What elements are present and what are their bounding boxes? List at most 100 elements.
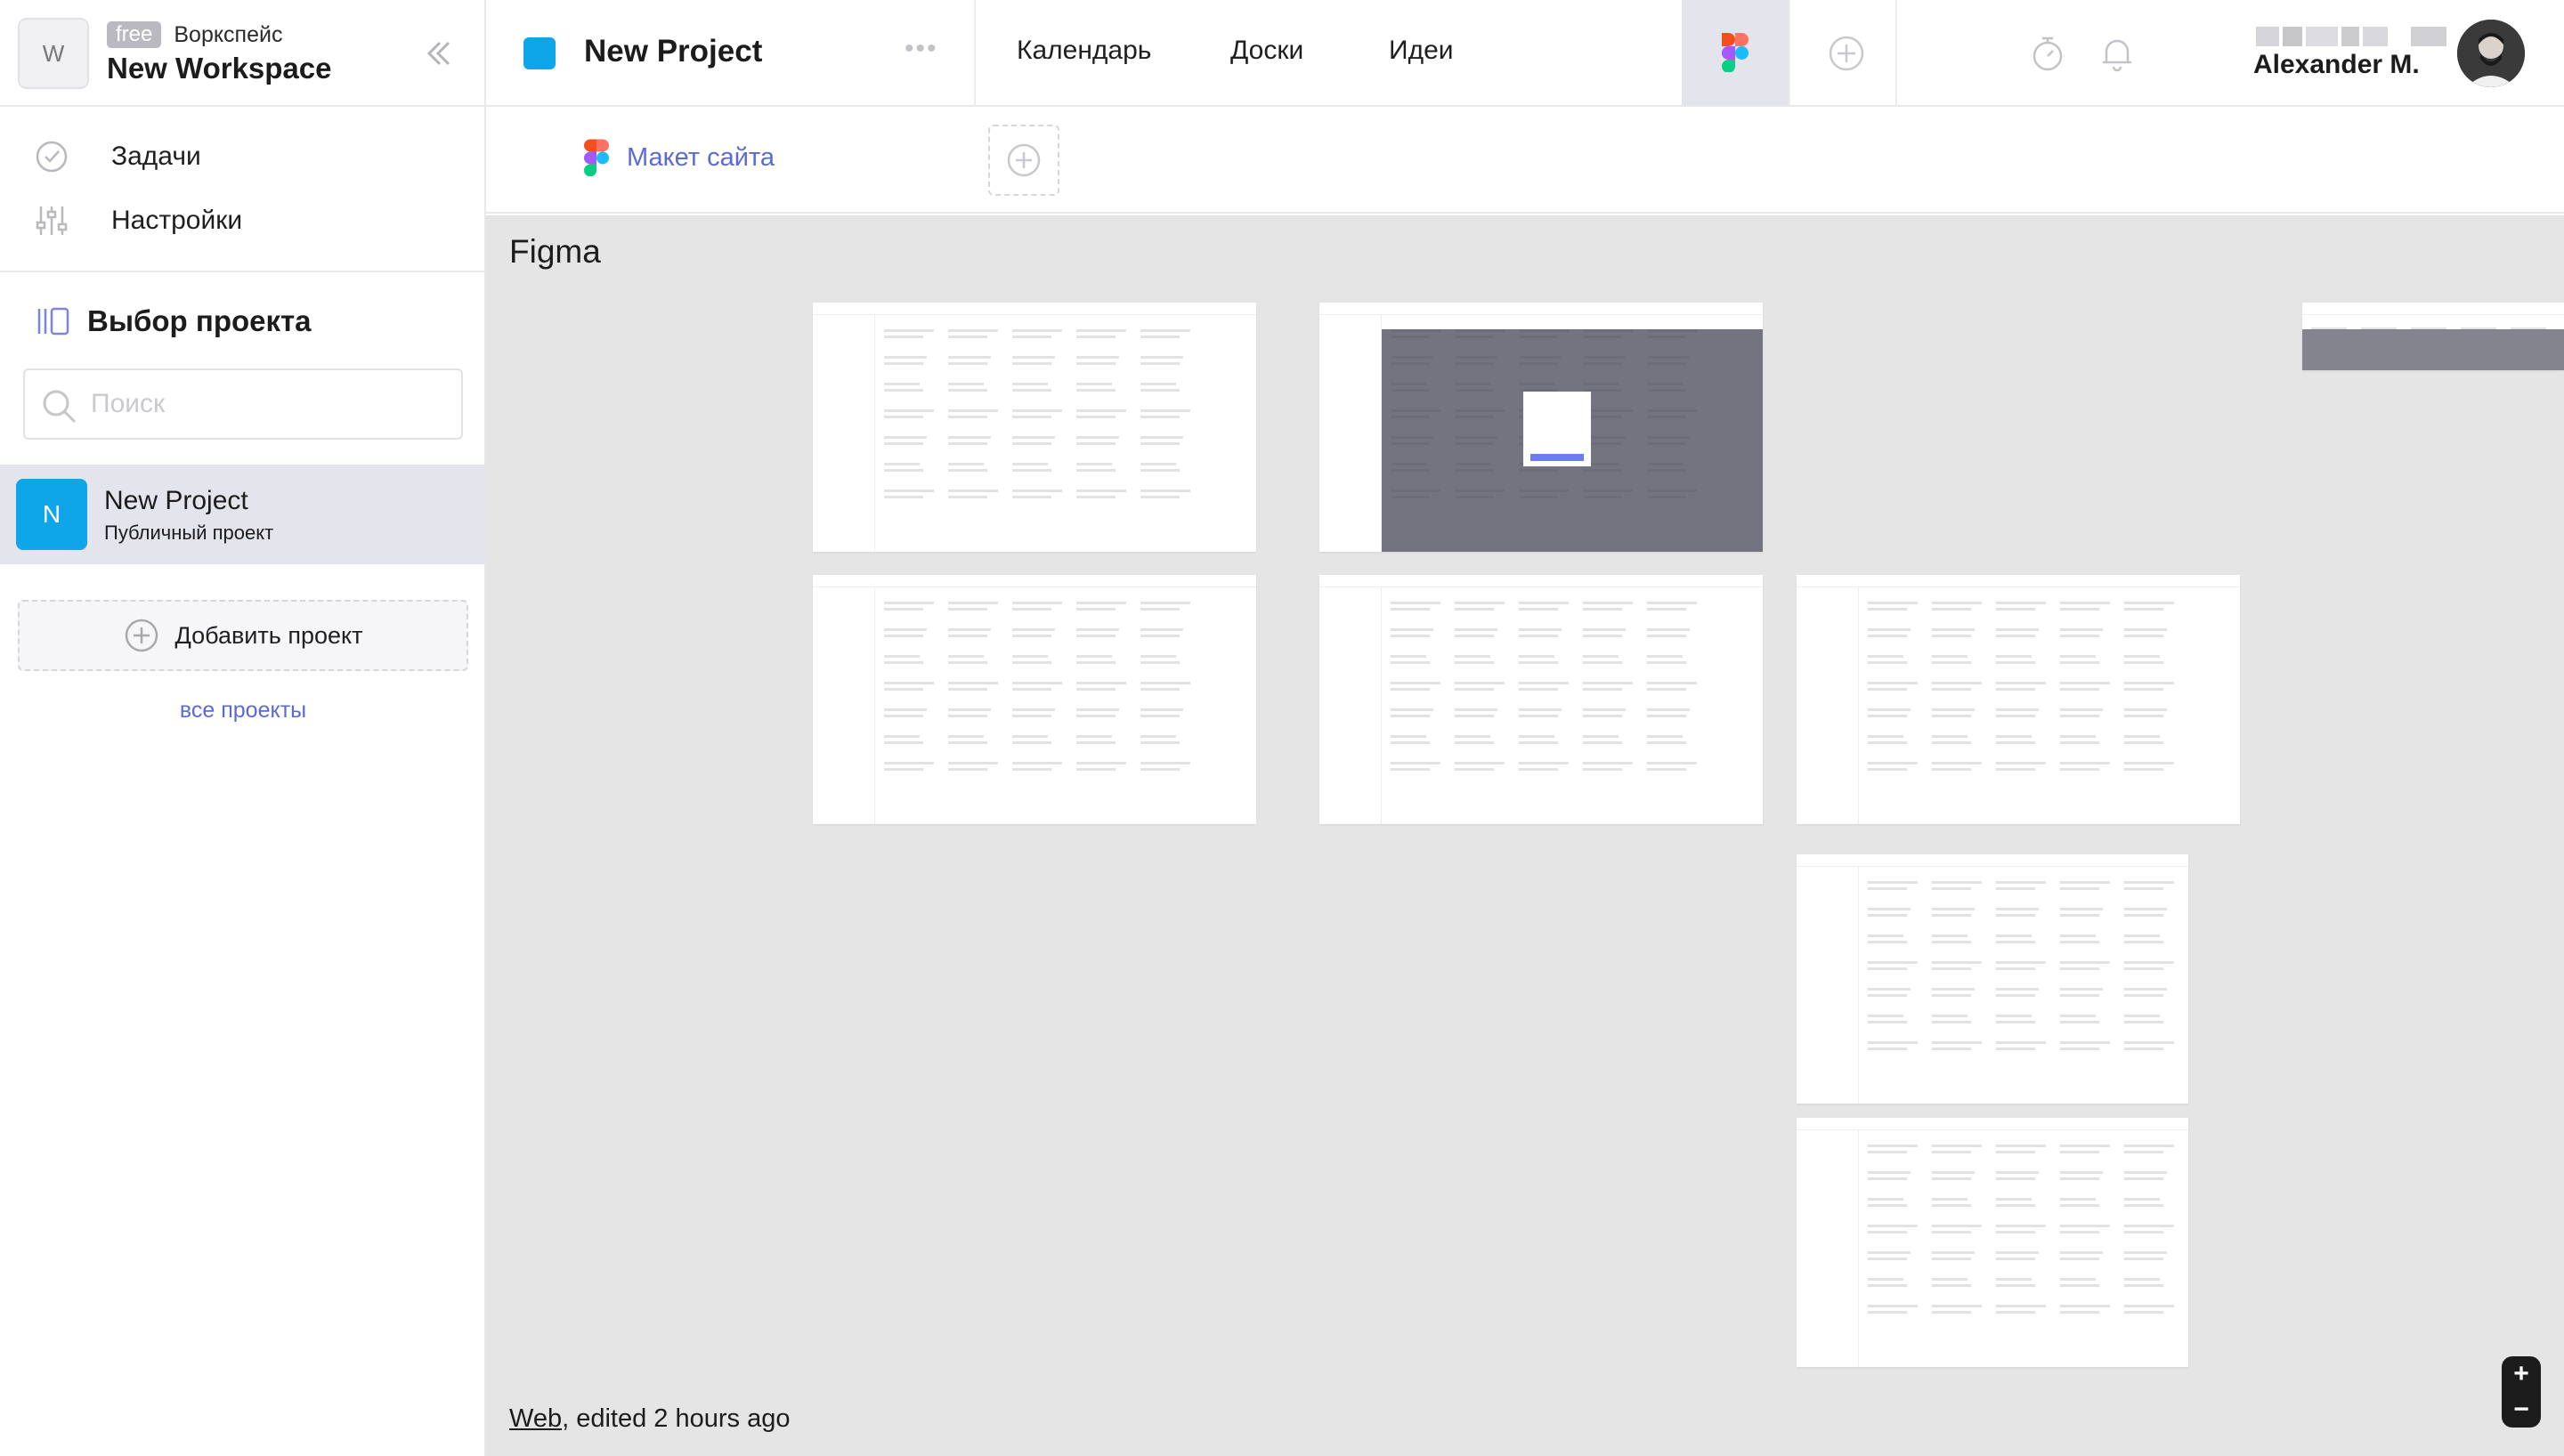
frame-thumbnail[interactable] xyxy=(1797,1118,2188,1367)
frame-text-line xyxy=(884,496,923,498)
frame-text-line xyxy=(2060,988,2103,991)
workspace-name[interactable]: New Workspace xyxy=(107,52,332,85)
frame-thumbnail[interactable] xyxy=(2302,303,2564,370)
tab-figma-file[interactable]: Макет сайта xyxy=(584,139,775,176)
frame-text-line xyxy=(1076,682,1126,684)
frame-text-line xyxy=(1996,967,2035,970)
frame-text-line xyxy=(1391,635,1430,637)
timer-icon[interactable] xyxy=(2026,32,2069,75)
frame-text-line xyxy=(1583,762,1633,764)
bell-icon[interactable] xyxy=(2096,32,2138,75)
frame-text-line xyxy=(2124,708,2167,711)
add-figma-file-button[interactable] xyxy=(988,125,1059,196)
frame-sidebar-strip xyxy=(1797,587,1859,824)
frame-text-line xyxy=(1868,655,1903,658)
frame-text-line xyxy=(1076,463,1112,465)
frame-text-line xyxy=(1996,1231,2035,1234)
zoom-in-button[interactable]: + xyxy=(2513,1361,2529,1387)
frame-text-line xyxy=(1140,436,1183,439)
frame-text-line xyxy=(2124,941,2163,943)
frame-text-line xyxy=(1996,768,2035,771)
collapse-sidebar-icon[interactable] xyxy=(418,34,458,73)
frame-text-line xyxy=(2060,1231,2099,1234)
frame-text-line xyxy=(1391,762,1440,764)
frame-text-line xyxy=(1996,1015,2032,1017)
frame-text-line xyxy=(1012,469,1051,472)
frame-text-line xyxy=(1455,735,1490,738)
figma-canvas[interactable]: Figma Web, edited 2 hours ago xyxy=(486,215,2564,1456)
frame-text-line xyxy=(1583,688,1622,691)
frame-text-line xyxy=(1140,715,1180,717)
frame-thumbnail[interactable] xyxy=(1319,303,1763,552)
avatar[interactable] xyxy=(2457,20,2525,87)
frame-text-line xyxy=(1012,682,1062,684)
frame-text-line xyxy=(1455,741,1494,744)
frame-text-line xyxy=(2060,661,2099,664)
frame-text-line xyxy=(2060,1171,2103,1174)
tab-ideas[interactable]: Идеи xyxy=(1389,36,1454,66)
frame-text-line xyxy=(2060,735,2096,738)
sidebar-item-settings[interactable]: Настройки xyxy=(0,189,486,253)
project-search[interactable] xyxy=(23,368,463,440)
add-tab-icon[interactable] xyxy=(1827,34,1866,73)
search-input[interactable] xyxy=(91,389,438,419)
project-list-item[interactable]: N New Project Публичный проект xyxy=(0,465,486,564)
user-name[interactable]: Alexander M. xyxy=(2253,50,2420,80)
frame-text-line xyxy=(1996,994,2035,997)
frame-text-line xyxy=(1391,708,1433,711)
sidebar-item-label: Задачи xyxy=(111,142,201,171)
frame-text-line xyxy=(1583,715,1622,717)
add-project-button[interactable]: Добавить проект xyxy=(18,600,468,671)
frame-thumbnail[interactable] xyxy=(1797,854,2188,1104)
frame-text-line xyxy=(1012,655,1048,658)
frame-text-line xyxy=(1455,768,1494,771)
tab-calendar[interactable]: Календарь xyxy=(1017,36,1151,66)
frame-text-line xyxy=(1012,496,1051,498)
frame-thumbnail[interactable] xyxy=(813,575,1256,824)
frame-thumbnail[interactable] xyxy=(1797,575,2240,824)
zoom-out-button[interactable]: − xyxy=(2513,1396,2529,1423)
project-title[interactable]: New Project xyxy=(584,34,762,69)
frame-text-line xyxy=(1996,688,2035,691)
workspace-header[interactable]: W free Воркспейс New Workspace xyxy=(0,0,486,107)
frame-text-line xyxy=(1012,336,1051,338)
all-projects-link[interactable]: все проекты xyxy=(0,698,486,724)
frame-thumbnail[interactable] xyxy=(1319,575,1763,824)
frame-text-line xyxy=(1932,762,1982,764)
frame-text-line xyxy=(1932,1015,1968,1017)
frame-text-line xyxy=(1996,887,2035,890)
frame-text-line xyxy=(2124,908,2167,910)
plus-circle-icon xyxy=(125,619,158,652)
file-link[interactable]: Web xyxy=(509,1404,562,1433)
frame-text-line xyxy=(2060,1015,2096,1017)
frame-text-line xyxy=(1140,735,1176,738)
frame-header-strip xyxy=(1319,575,1763,587)
frame-text-line xyxy=(2060,1204,2099,1207)
more-options-icon[interactable]: ••• xyxy=(905,34,938,64)
frame-text-line xyxy=(1012,409,1062,412)
frame-text-line xyxy=(1076,489,1126,492)
frame-text-line xyxy=(1932,1048,1971,1050)
frame-thumbnail[interactable] xyxy=(813,303,1256,552)
sidebar-item-tasks[interactable]: Задачи xyxy=(0,125,486,189)
workspace-avatar[interactable]: W xyxy=(18,18,89,89)
tab-boards[interactable]: Доски xyxy=(1230,36,1303,66)
frame-text-line xyxy=(1932,1225,1982,1227)
frame-text-line xyxy=(1868,1231,1907,1234)
frame-text-line xyxy=(1076,383,1112,385)
frame-text-line xyxy=(948,635,987,637)
frame-text-line xyxy=(1932,1284,1971,1287)
workspace-plan: free Воркспейс xyxy=(107,21,282,48)
frame-text-line xyxy=(1076,389,1116,392)
frame-text-line xyxy=(1519,715,1558,717)
frame-text-line xyxy=(1391,602,1440,604)
redacted-block xyxy=(2283,27,2302,46)
frame-text-line xyxy=(1996,1204,2035,1207)
frame-text-line xyxy=(1012,329,1062,332)
frame-text-line xyxy=(1868,735,1903,738)
frame-text-line xyxy=(884,628,927,631)
tab-figma[interactable] xyxy=(1682,0,1789,105)
frame-text-line xyxy=(948,708,991,711)
frame-text-line xyxy=(948,389,987,392)
frame-text-line xyxy=(2124,682,2174,684)
